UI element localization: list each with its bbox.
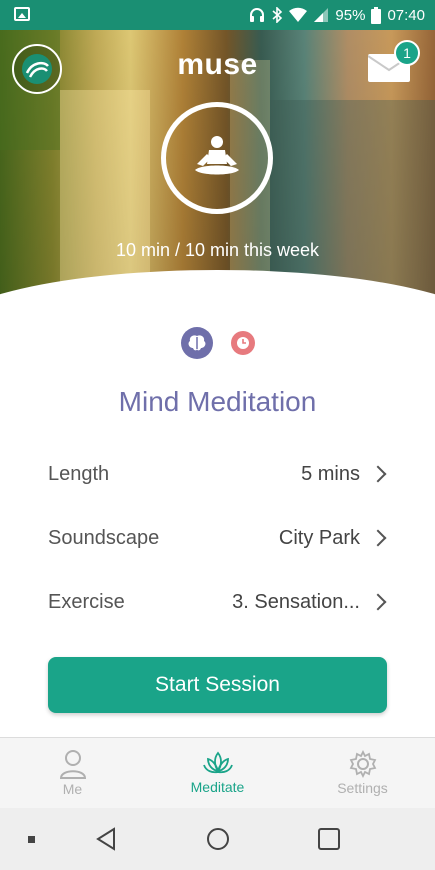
overview-square-icon (318, 828, 340, 850)
status-bar: 95% 07:40 (0, 0, 435, 30)
tab-settings[interactable]: Settings (290, 738, 435, 808)
gallery-notification-icon (14, 7, 30, 21)
brain-icon (180, 327, 213, 359)
status-time: 07:40 (387, 6, 425, 24)
tab-settings-label: Settings (337, 780, 388, 796)
chevron-right-icon (369, 593, 387, 611)
length-label: Length (48, 462, 110, 485)
length-row[interactable]: Length 5 mins (48, 454, 388, 494)
headphones-icon (250, 8, 265, 22)
exercise-label: Exercise (48, 590, 125, 613)
chevron-right-icon (369, 465, 387, 483)
overview-button[interactable] (315, 825, 343, 853)
hero-banner: muse 1 10 min / 10 min this week (0, 30, 435, 305)
recent-dot-button[interactable] (24, 832, 38, 846)
gear-icon (349, 750, 376, 778)
back-button[interactable] (92, 825, 120, 853)
session-title: Mind Meditation (118, 386, 317, 417)
length-value: 5 mins (301, 462, 360, 485)
lotus-icon (202, 751, 233, 774)
tab-meditate-label: Meditate (190, 779, 245, 795)
wifi-icon (289, 7, 308, 23)
back-triangle-icon (96, 827, 115, 851)
tab-me-label: Me (62, 781, 83, 797)
signal-icon (314, 8, 329, 22)
tab-meditate[interactable]: Meditate (145, 738, 290, 808)
bottom-tab-bar: Me Meditate Settings (0, 737, 435, 808)
start-session-button[interactable]: Start Session (48, 657, 387, 713)
weekly-progress-text: 10 min / 10 min this week (115, 240, 320, 260)
clock-icon (230, 331, 255, 355)
soundscape-value: City Park (278, 526, 360, 549)
bluetooth-icon (272, 7, 283, 23)
person-icon (59, 750, 86, 779)
mail-badge: 1 (394, 40, 420, 66)
exercise-row[interactable]: Exercise 3. Sensation... (48, 582, 388, 622)
meditating-person-icon (195, 136, 239, 175)
home-button[interactable] (204, 825, 232, 853)
session-type-icons (0, 327, 435, 359)
soundscape-label: Soundscape (48, 526, 160, 549)
soundscape-row[interactable]: Soundscape City Park (48, 518, 388, 558)
square-dot-icon (27, 835, 35, 843)
system-navigation-bar (0, 808, 435, 870)
exercise-value: 3. Sensation... (232, 590, 360, 613)
meditation-progress-ring[interactable] (161, 102, 273, 214)
chevron-right-icon (369, 529, 387, 547)
battery-icon (371, 6, 382, 24)
tab-me[interactable]: Me (0, 738, 145, 808)
battery-percent: 95% (335, 6, 366, 24)
home-circle-icon (207, 828, 229, 850)
